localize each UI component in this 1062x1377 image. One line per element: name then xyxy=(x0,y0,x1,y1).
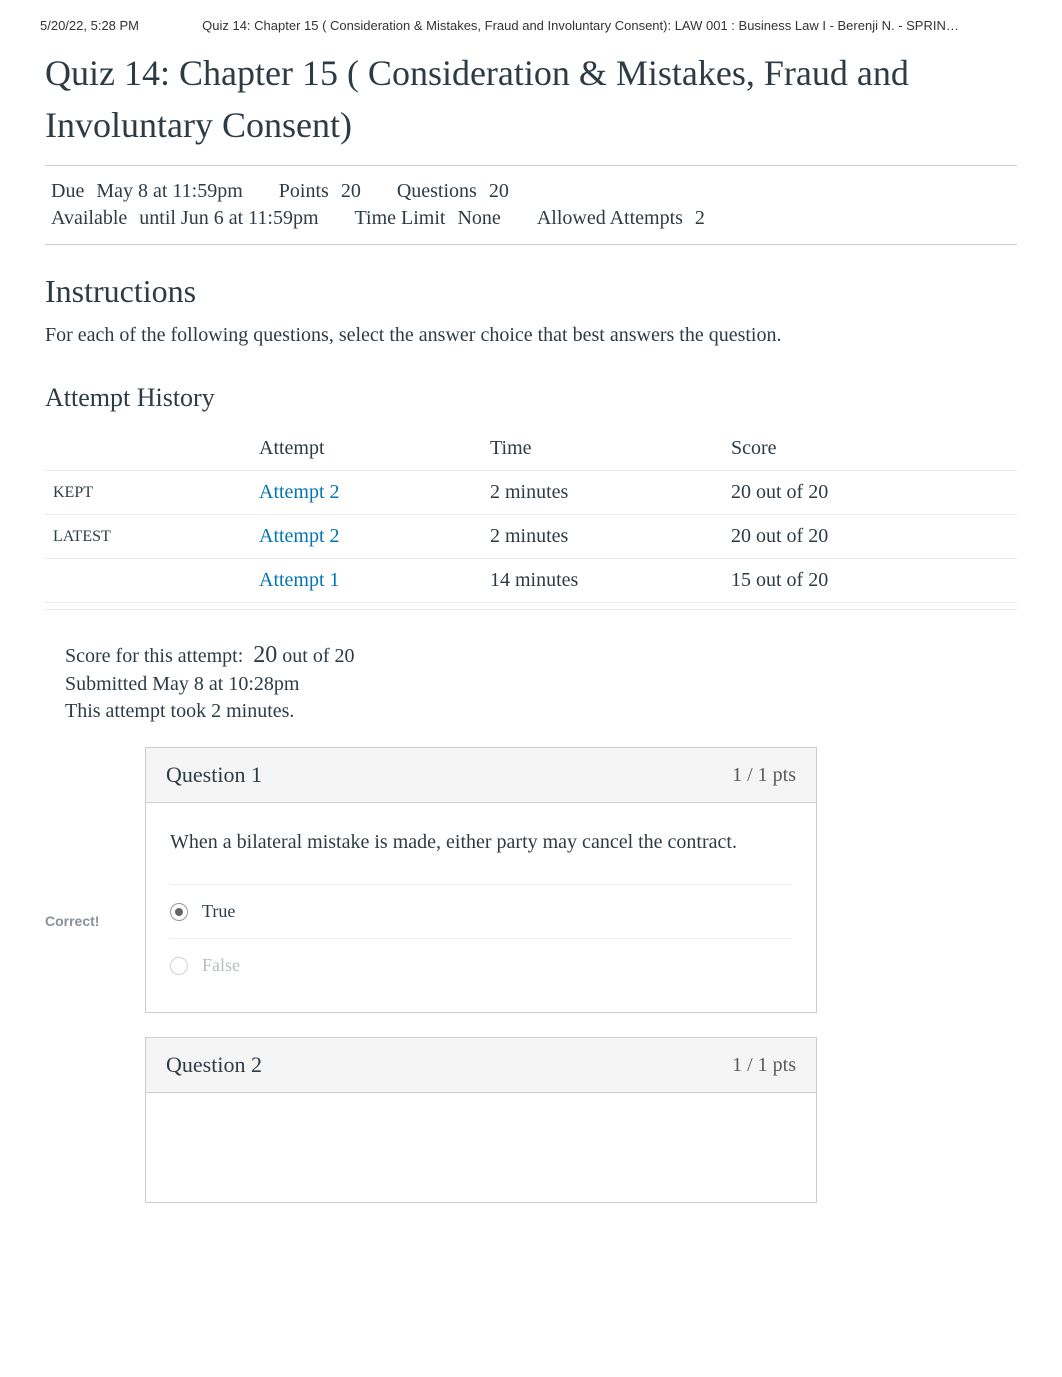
question-card: Question 1 1 / 1 pts When a bilateral mi… xyxy=(145,747,817,1013)
table-row: Attempt 1 14 minutes 15 out of 20 xyxy=(45,559,1017,603)
available-label: Available xyxy=(51,207,127,230)
points-label: Points xyxy=(279,180,329,203)
allowedattempts-label: Allowed Attempts xyxy=(537,207,683,230)
col-status xyxy=(45,427,251,471)
attempt-link[interactable]: Attempt 2 xyxy=(259,525,340,547)
attempt-history-heading: Attempt History xyxy=(45,383,1017,413)
answer-status-correct: Correct! xyxy=(45,747,125,1013)
questions-label: Questions xyxy=(397,180,477,203)
instructions-text: For each of the following questions, sel… xyxy=(45,324,1017,347)
table-row: LATEST Attempt 2 2 minutes 20 out of 20 xyxy=(45,515,1017,559)
timelimit-value: None xyxy=(457,207,500,230)
score-label: Score for this attempt: xyxy=(65,645,243,667)
questions-value: 20 xyxy=(489,180,509,203)
row-time: 2 minutes xyxy=(482,471,723,515)
instructions-heading: Instructions xyxy=(45,273,1017,310)
points-value: 20 xyxy=(341,180,361,203)
submitted-line: Submitted May 8 at 10:28pm xyxy=(65,673,1017,696)
col-time: Time xyxy=(482,427,723,471)
answer-text: True xyxy=(202,901,235,922)
duration-line: This attempt took 2 minutes. xyxy=(65,700,1017,723)
row-score: 20 out of 20 xyxy=(723,471,1017,515)
answer-option-false[interactable]: False xyxy=(170,938,792,992)
question-prompt: When a bilateral mistake is made, either… xyxy=(170,831,792,854)
attempt-link[interactable]: Attempt 1 xyxy=(259,569,340,591)
print-timestamp: 5/20/22, 5:28 PM xyxy=(40,18,139,33)
print-title: Quiz 14: Chapter 15 ( Consideration & Mi… xyxy=(139,18,1022,33)
score-value: 20 xyxy=(253,642,277,668)
question-card: Question 2 1 / 1 pts xyxy=(145,1037,817,1203)
row-status: KEPT xyxy=(45,471,251,515)
question-title: Question 1 xyxy=(166,762,262,788)
row-time: 14 minutes xyxy=(482,559,723,603)
radio-selected-icon xyxy=(170,903,188,921)
answer-text: False xyxy=(202,955,240,976)
due-value: May 8 at 11:59pm xyxy=(96,180,242,203)
question-title: Question 2 xyxy=(166,1052,262,1078)
question-points: 1 / 1 pts xyxy=(732,764,796,787)
attempt-history-table: Attempt Time Score KEPT Attempt 2 2 minu… xyxy=(45,427,1017,603)
col-attempt: Attempt xyxy=(251,427,482,471)
radio-icon xyxy=(170,957,188,975)
score-suffix: out of 20 xyxy=(282,645,354,667)
quiz-meta: Due May 8 at 11:59pm Points 20 Questions… xyxy=(45,165,1017,245)
answer-status-placeholder xyxy=(45,1037,125,1203)
page-title: Quiz 14: Chapter 15 ( Consideration & Mi… xyxy=(45,47,1017,151)
due-label: Due xyxy=(51,180,84,203)
allowedattempts-value: 2 xyxy=(695,207,705,230)
col-score: Score xyxy=(723,427,1017,471)
question-points: 1 / 1 pts xyxy=(732,1054,796,1077)
timelimit-label: Time Limit xyxy=(355,207,446,230)
answer-option-true[interactable]: True xyxy=(170,884,792,938)
print-header: 5/20/22, 5:28 PM Quiz 14: Chapter 15 ( C… xyxy=(0,0,1062,39)
attempt-link[interactable]: Attempt 2 xyxy=(259,481,340,503)
row-status: LATEST xyxy=(45,515,251,559)
row-score: 20 out of 20 xyxy=(723,515,1017,559)
attempt-summary: Score for this attempt: 20 out of 20 Sub… xyxy=(45,609,1017,723)
available-value: until Jun 6 at 11:59pm xyxy=(139,207,318,230)
row-status xyxy=(45,559,251,603)
row-time: 2 minutes xyxy=(482,515,723,559)
table-row: KEPT Attempt 2 2 minutes 20 out of 20 xyxy=(45,471,1017,515)
row-score: 15 out of 20 xyxy=(723,559,1017,603)
